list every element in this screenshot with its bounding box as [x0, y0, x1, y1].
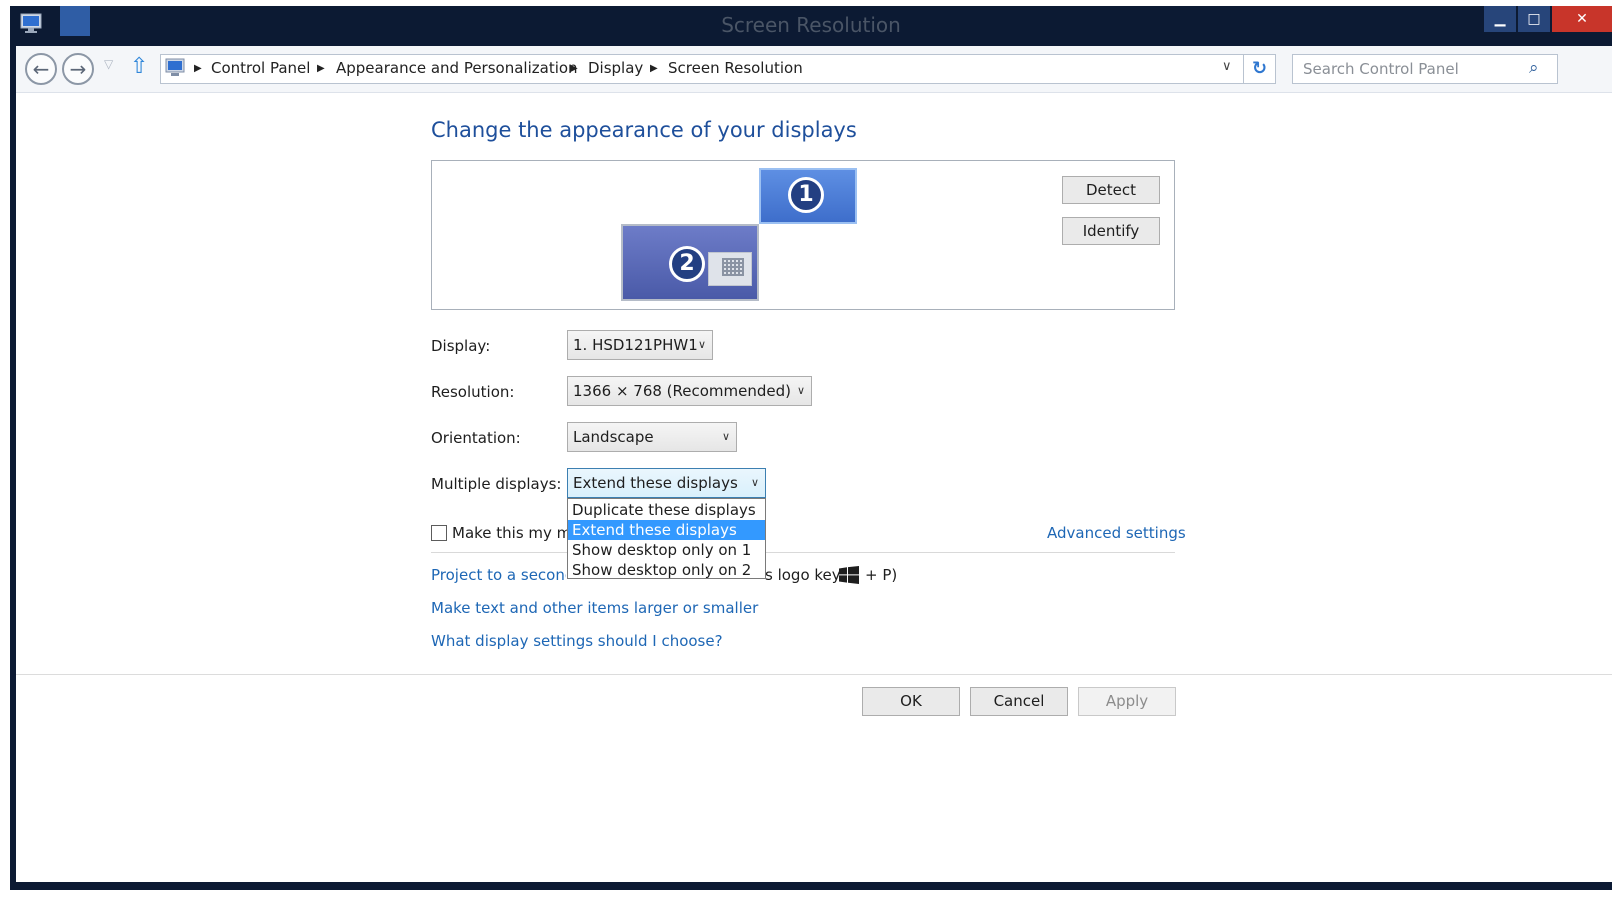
- recent-locations-dropdown[interactable]: ▽: [104, 57, 113, 71]
- detect-button[interactable]: Detect: [1062, 176, 1160, 204]
- display-label: Display:: [431, 337, 491, 355]
- text-size-link[interactable]: Make text and other items larger or smal…: [431, 598, 758, 618]
- monitor-1-number: 1: [788, 177, 824, 213]
- orientation-select[interactable]: Landscape ∨: [567, 422, 737, 452]
- breadcrumb-control-panel[interactable]: Control Panel: [211, 58, 310, 78]
- cancel-button[interactable]: Cancel: [970, 687, 1068, 716]
- section-divider: [431, 552, 1175, 553]
- breadcrumb-separator[interactable]: ▶: [650, 59, 658, 79]
- display-select-value: 1. HSD121PHW1: [573, 336, 698, 354]
- breadcrumb-separator[interactable]: ▶: [194, 59, 202, 79]
- keypad-icon: [722, 258, 744, 276]
- refresh-button[interactable]: ↻: [1244, 54, 1276, 84]
- page-title: Change the appearance of your displays: [431, 118, 857, 142]
- title-bar[interactable]: Screen Resolution: [10, 6, 1612, 46]
- chevron-down-icon: ∨: [796, 384, 805, 397]
- multiple-displays-select-value: Extend these displays: [573, 474, 738, 492]
- ok-button[interactable]: OK: [862, 687, 960, 716]
- windows-logo-icon: [839, 566, 859, 584]
- apply-button[interactable]: Apply: [1078, 687, 1176, 716]
- window-title: Screen Resolution: [721, 13, 901, 37]
- minimize-button[interactable]: ▁: [1484, 6, 1516, 32]
- close-button[interactable]: ✕: [1552, 6, 1612, 32]
- option-show-only-2[interactable]: Show desktop only on 2: [568, 560, 765, 580]
- main-display-checkbox[interactable]: [431, 525, 447, 541]
- breadcrumb-separator[interactable]: ▶: [317, 59, 325, 79]
- advanced-settings-link[interactable]: Advanced settings: [1047, 523, 1186, 543]
- monitor-2-number: 2: [669, 246, 705, 282]
- multiple-displays-select[interactable]: Extend these displays ∨: [567, 468, 766, 498]
- breadcrumb-separator[interactable]: ▶: [570, 59, 578, 79]
- control-panel-icon: [165, 58, 185, 76]
- display-select[interactable]: 1. HSD121PHW1 ∨: [567, 330, 713, 360]
- orientation-label: Orientation:: [431, 429, 521, 447]
- breadcrumb-screen-resolution[interactable]: Screen Resolution: [668, 58, 803, 78]
- multiple-displays-label: Multiple displays:: [431, 475, 562, 493]
- resolution-select-value: 1366 × 768 (Recommended): [573, 382, 792, 400]
- project-to-second-screen-link[interactable]: Project to a second: [431, 565, 566, 585]
- option-show-only-1[interactable]: Show desktop only on 1: [568, 540, 765, 560]
- search-input[interactable]: [1292, 54, 1558, 84]
- project-shortcut-text: + P): [865, 566, 898, 584]
- address-dropdown-button[interactable]: ∨: [1222, 59, 1232, 74]
- search-icon[interactable]: ⌕: [1529, 58, 1539, 78]
- chevron-down-icon: ∨: [697, 338, 706, 351]
- identify-button[interactable]: Identify: [1062, 217, 1160, 245]
- resolution-select[interactable]: 1366 × 768 (Recommended) ∨: [567, 376, 812, 406]
- chevron-down-icon: ∨: [750, 476, 759, 489]
- breadcrumb-appearance[interactable]: Appearance and Personalization: [336, 58, 578, 78]
- up-level-button[interactable]: ⇧: [130, 54, 148, 79]
- maximize-button[interactable]: □: [1518, 6, 1550, 32]
- option-extend-displays[interactable]: Extend these displays: [568, 520, 765, 540]
- footer-divider: [16, 674, 1612, 675]
- breadcrumb-display[interactable]: Display: [588, 58, 643, 78]
- main-display-checkbox-label[interactable]: Make this my ma: [452, 523, 567, 543]
- window-border-left: [10, 6, 16, 890]
- orientation-select-value: Landscape: [573, 428, 654, 446]
- display-app-icon[interactable]: [20, 12, 42, 34]
- forward-button[interactable]: →: [62, 53, 94, 85]
- display-settings-help-link[interactable]: What display settings should I choose?: [431, 631, 723, 651]
- resolution-label: Resolution:: [431, 383, 515, 401]
- chevron-down-icon: ∨: [721, 430, 730, 443]
- titlebar-glass-block: [60, 6, 90, 36]
- multiple-displays-dropdown: Duplicate these displays Extend these di…: [567, 498, 766, 579]
- project-hint-text: s logo key: [765, 566, 841, 584]
- back-button[interactable]: ←: [25, 53, 57, 85]
- window-border-bottom: [10, 882, 1612, 890]
- option-duplicate-displays[interactable]: Duplicate these displays: [568, 500, 765, 520]
